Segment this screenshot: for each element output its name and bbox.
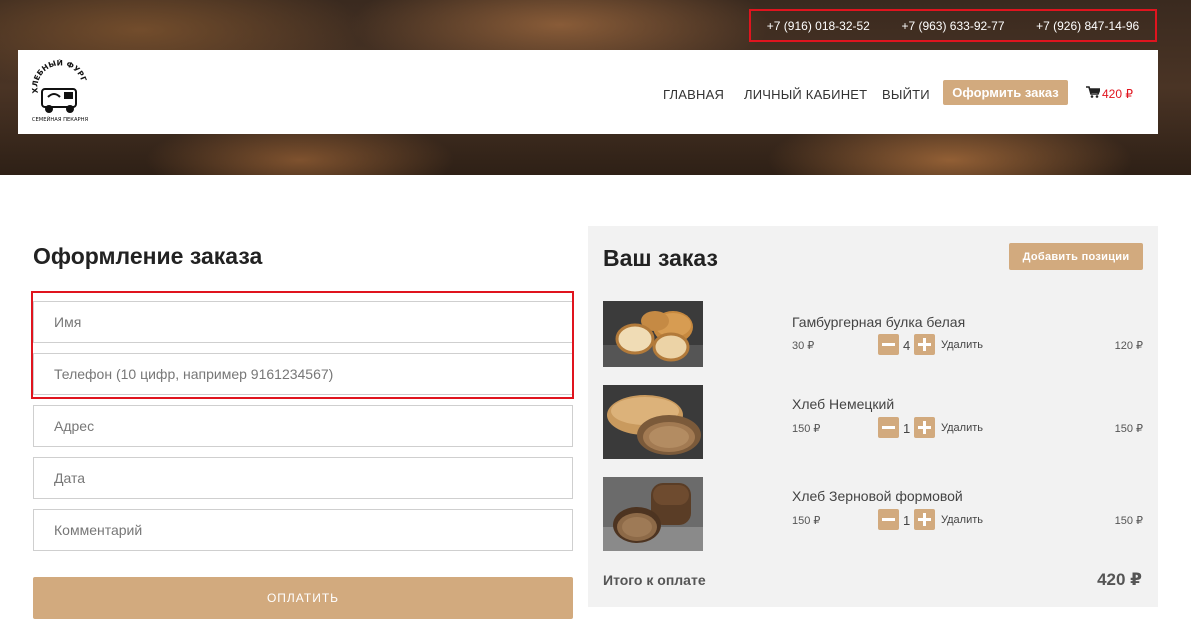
address-field[interactable] [33, 405, 573, 447]
phone-link-3[interactable]: +7 (926) 847-14-96 [1036, 19, 1139, 33]
nav-account[interactable]: ЛИЧНЫЙ КАБИНЕТ [744, 87, 867, 102]
phone-link-1[interactable]: +7 (916) 018-32-52 [767, 19, 870, 33]
item-price: 30 ₽ [792, 340, 815, 352]
date-field[interactable] [33, 457, 573, 499]
item-name: Гамбургерная булка белая [792, 314, 966, 330]
nav-home[interactable]: ГЛАВНАЯ [663, 87, 724, 102]
cart-total[interactable]: 420 ₽ [1102, 87, 1133, 101]
phones-box: +7 (916) 018-32-52 +7 (963) 633-92-77 +7… [749, 9, 1157, 42]
remove-link[interactable]: Удалить [941, 514, 983, 526]
minus-icon[interactable] [878, 417, 899, 438]
plus-icon[interactable] [914, 334, 935, 355]
logo-bottom-text: СЕМЕЙНАЯ ПЕКАРНЯ [32, 116, 89, 123]
item-name: Хлеб Немецкий [792, 396, 895, 412]
remove-link[interactable]: Удалить [941, 422, 983, 434]
item-sum: 150 ₽ [1114, 423, 1143, 435]
order-title: Ваш заказ [603, 245, 718, 271]
checkout-title: Оформление заказа [33, 243, 263, 269]
plus-icon[interactable] [914, 509, 935, 530]
nav-logout[interactable]: ВЫЙТИ [882, 87, 930, 102]
minus-icon[interactable] [878, 334, 899, 355]
item-price: 150 ₽ [792, 423, 821, 435]
order-panel: Ваш заказ Добавить позиции Гамбургерная … [588, 226, 1158, 607]
plus-icon[interactable] [914, 417, 935, 438]
total-value: 420 ₽ [1097, 570, 1142, 589]
logo[interactable]: ХЛЕБНЫЙ ФУРГОН СЕМЕЙНАЯ ПЕКАРНЯ [30, 59, 90, 123]
navbar: ХЛЕБНЫЙ ФУРГОН СЕМЕЙНАЯ ПЕКАРНЯ ГЛАВНАЯ … [18, 50, 1158, 134]
place-order-button[interactable]: Оформить заказ [943, 80, 1068, 105]
item-sum: 120 ₽ [1114, 340, 1143, 352]
product-image [603, 385, 703, 459]
phone-field[interactable] [33, 353, 573, 395]
minus-icon[interactable] [878, 509, 899, 530]
name-field[interactable] [33, 301, 573, 343]
item-price: 150 ₽ [792, 515, 821, 527]
header-banner: +7 (916) 018-32-52 +7 (963) 633-92-77 +7… [0, 0, 1191, 175]
item-quantity: 1 [903, 421, 911, 436]
item-quantity: 1 [903, 513, 911, 528]
item-name: Хлеб Зерновой формовой [792, 488, 963, 504]
product-image [603, 477, 703, 551]
shopping-cart-icon[interactable] [1086, 86, 1100, 98]
item-quantity: 4 [903, 338, 911, 353]
phone-link-2[interactable]: +7 (963) 633-92-77 [901, 19, 1004, 33]
total-label: Итого к оплате [603, 572, 706, 588]
item-sum: 150 ₽ [1114, 515, 1143, 527]
pay-button[interactable]: ОПЛАТИТЬ [33, 577, 573, 619]
comment-field[interactable] [33, 509, 573, 551]
remove-link[interactable]: Удалить [941, 339, 983, 351]
product-image [603, 301, 703, 367]
add-items-button[interactable]: Добавить позиции [1009, 243, 1143, 270]
